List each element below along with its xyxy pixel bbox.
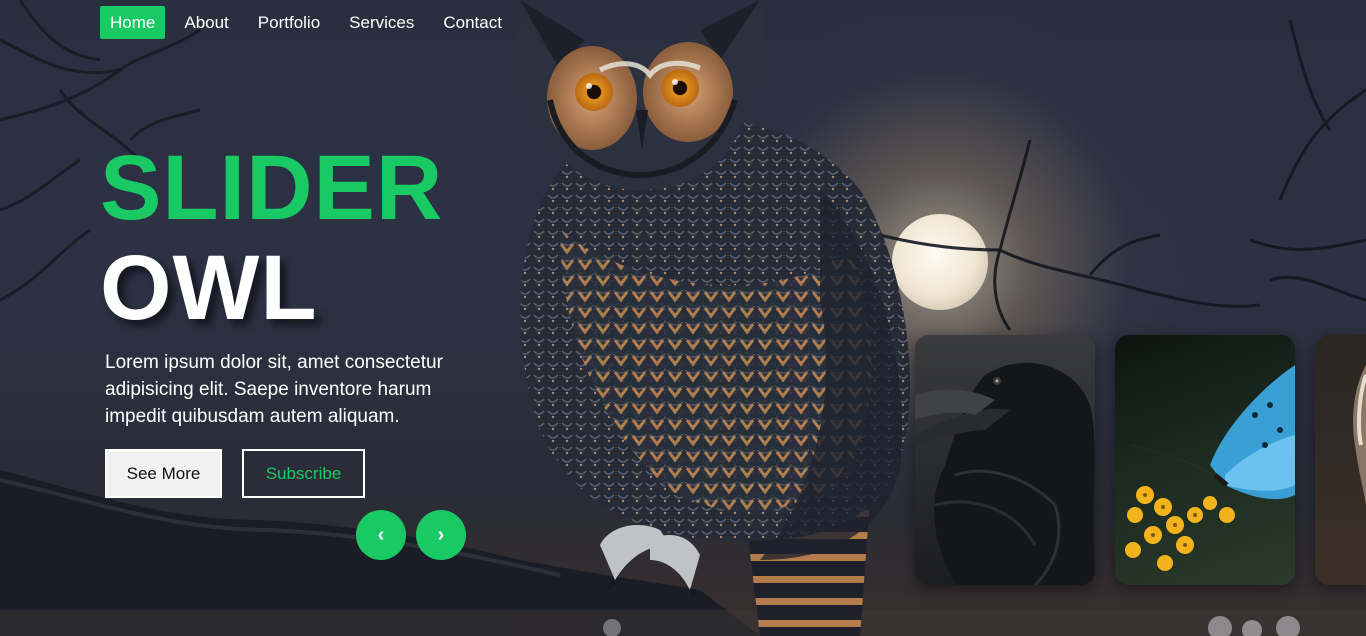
nav-item-contact[interactable]: Contact: [433, 6, 512, 39]
nav-item-services[interactable]: Services: [339, 6, 424, 39]
see-more-button[interactable]: See More: [105, 449, 222, 498]
hero-title-line-1: SLIDER: [100, 137, 444, 239]
main-nav: Home About Portfolio Services Contact: [100, 6, 521, 39]
nav-item-about[interactable]: About: [174, 6, 238, 39]
chevron-right-icon: ›: [437, 523, 445, 546]
nav-item-portfolio[interactable]: Portfolio: [248, 6, 330, 39]
hero-description: Lorem ipsum dolor sit, amet consectetur …: [105, 352, 443, 427]
thumbnail-butterfly[interactable]: [1115, 335, 1295, 585]
thumbnail-owl[interactable]: [1315, 335, 1366, 585]
hero-slider: Home About Portfolio Services Contact SL…: [0, 0, 1366, 636]
raven-image: [915, 362, 1095, 585]
owl-thumbnail-image: [1353, 365, 1366, 505]
thumbnail-raven[interactable]: [915, 335, 1095, 585]
nav-item-home[interactable]: Home: [100, 6, 166, 39]
subscribe-button[interactable]: Subscribe: [242, 449, 365, 498]
next-slide-button[interactable]: ›: [416, 510, 466, 560]
prev-slide-button[interactable]: ‹: [356, 510, 406, 560]
chevron-left-icon: ‹: [377, 523, 385, 546]
butterfly-image: [1125, 365, 1295, 571]
hero-title-line-2: OWL: [100, 237, 318, 339]
